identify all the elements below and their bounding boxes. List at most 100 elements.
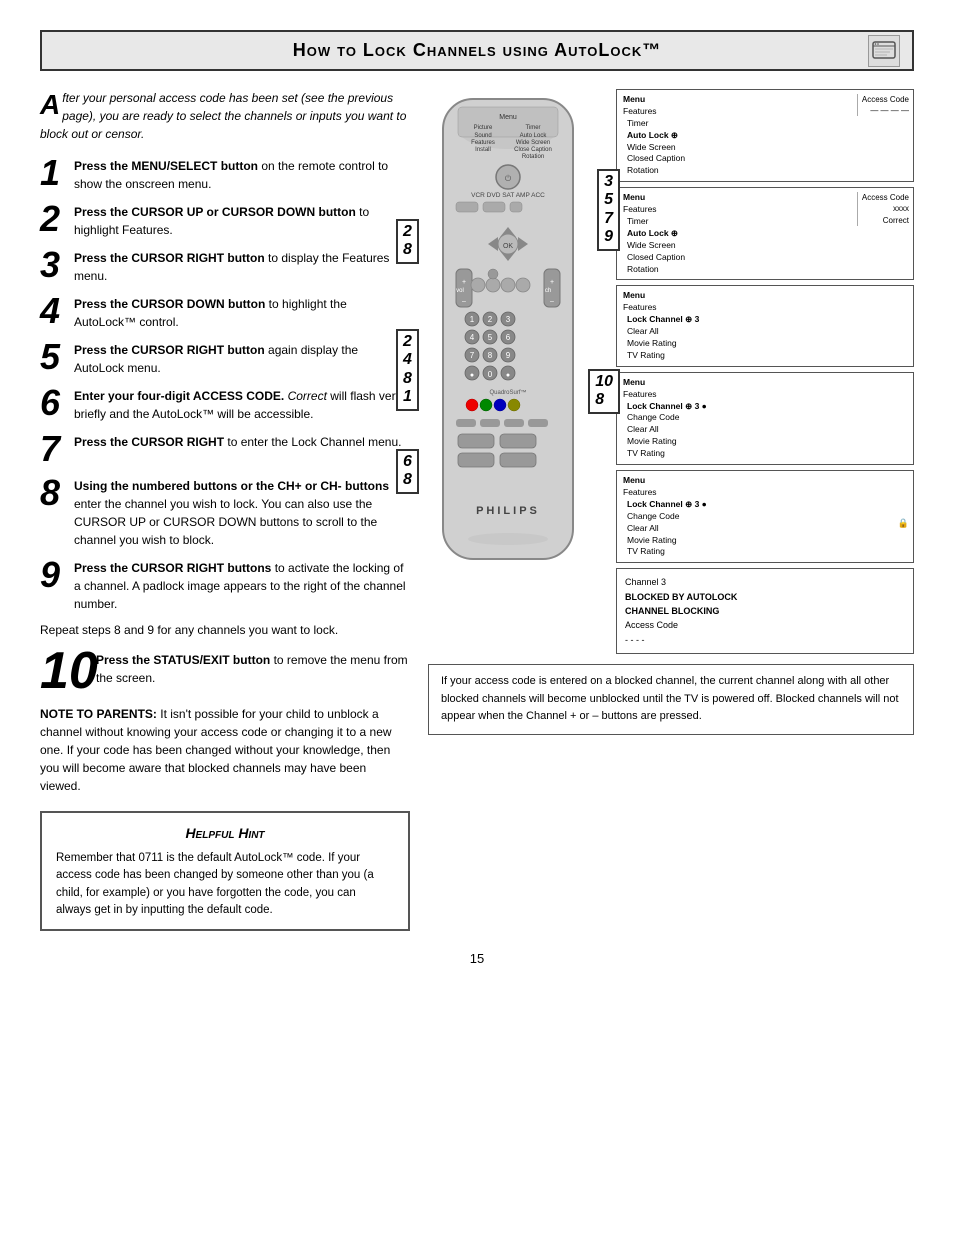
menu-box-2-item4: Closed Caption (623, 252, 907, 264)
step-8-text: Using the numbered buttons or the CH+ or… (74, 477, 410, 549)
step-1: 1 Press the MENU/SELECT button on the re… (40, 157, 410, 193)
svg-text:Install: Install (475, 147, 491, 153)
main-content: A fter your personal access code has bee… (40, 89, 914, 931)
step-2: 2 Press the CURSOR UP or CURSOR DOWN but… (40, 203, 410, 239)
step-10: 10 Press the STATUS/EXIT button to remov… (40, 645, 410, 697)
menu-box-4-item3: Clear All (623, 424, 907, 436)
menu-box-4-title: Menu (623, 377, 907, 389)
svg-text:Rotation: Rotation (522, 154, 544, 160)
menu-box-2-item3: Wide Screen (623, 240, 907, 252)
menu-box-5-item1: Lock Channel ⊕ 3 ● (623, 499, 907, 511)
svg-text:4: 4 (470, 333, 475, 342)
intro-body: fter your personal access code has been … (40, 91, 406, 141)
step-2-text: Press the CURSOR UP or CURSOR DOWN butto… (74, 203, 410, 239)
access-code-value: - - - - (625, 633, 905, 647)
svg-text:3: 3 (506, 315, 511, 324)
svg-text:Features: Features (471, 140, 495, 146)
step-6-text: Enter your four-digit ACCESS CODE. Corre… (74, 387, 410, 423)
step-6: 6 Enter your four-digit ACCESS CODE. Cor… (40, 387, 410, 423)
step-8-number: 8 (40, 475, 68, 511)
page: How to Lock Channels using AutoLock™ A f… (0, 0, 954, 1235)
menu-box-2: Menu Features Timer Auto Lock ⊕ Wide Scr… (616, 187, 914, 280)
menu-box-2-access: Access CodexxxxCorrect (857, 192, 909, 226)
step-7-number: 7 (40, 431, 68, 467)
svg-text:●: ● (470, 372, 474, 379)
step-9-text: Press the CURSOR RIGHT buttons to activa… (74, 559, 410, 613)
helpful-hint-text: Remember that 0711 is the default AutoLo… (56, 850, 394, 919)
svg-text:VCR DVD SAT AMP ACC: VCR DVD SAT AMP ACC (471, 192, 545, 199)
blocking-label: CHANNEL BLOCKING (625, 604, 905, 618)
step-3-number: 3 (40, 247, 68, 283)
menu-box-3-item3: Movie Rating (623, 338, 907, 350)
title-box: How to Lock Channels using AutoLock™ (40, 30, 914, 71)
helpful-hint-title: Helpful Hint (56, 823, 394, 844)
menu-boxes-column: Menu Features Timer Auto Lock ⊕ Wide Scr… (616, 89, 914, 654)
badge-2-4-8-1: 2481 (396, 329, 419, 411)
menu-box-5-item3: Clear All (623, 523, 907, 535)
page-title: How to Lock Channels using AutoLock™ (293, 40, 662, 61)
note-label: NOTE TO PARENTS: (40, 707, 157, 721)
badge-3-5-7-9: 3579 (597, 169, 620, 251)
svg-text:Menu: Menu (499, 114, 517, 121)
step-4-number: 4 (40, 293, 68, 329)
diagram-row: 28 2481 68 3579 108 Menu Picture (428, 89, 914, 654)
menu-box-5-title: Menu (623, 475, 907, 487)
menu-box-5-item4: Movie Rating (623, 535, 907, 547)
svg-text:Auto Lock: Auto Lock (520, 133, 548, 139)
right-column: 28 2481 68 3579 108 Menu Picture (428, 89, 914, 931)
step-7-text: Press the CURSOR RIGHT to enter the Lock… (74, 433, 401, 451)
step-1-number: 1 (40, 155, 68, 191)
svg-text:Picture: Picture (474, 125, 493, 131)
step-4-text: Press the CURSOR DOWN button to highligh… (74, 295, 410, 331)
intro-text: A fter your personal access code has bee… (40, 89, 410, 143)
menu-box-4-item5: TV Rating (623, 448, 907, 460)
svg-text:OK: OK (503, 243, 513, 250)
step-2-number: 2 (40, 201, 68, 237)
menu-box-1-item4: Closed Caption (623, 153, 907, 165)
svg-text:+: + (462, 279, 466, 286)
blocked-label: BLOCKED BY AUTOLOCK (625, 590, 905, 604)
svg-text:PHILIPS: PHILIPS (476, 505, 540, 517)
step-8: 8 Using the numbered buttons or the CH+ … (40, 477, 410, 549)
svg-text:1: 1 (470, 315, 475, 324)
step-5-text: Press the CURSOR RIGHT button again disp… (74, 341, 410, 377)
menu-box-5-item2: Change Code (623, 511, 907, 523)
menu-box-3-item4: TV Rating (623, 350, 907, 362)
menu-box-2-item2: Auto Lock ⊕ (623, 228, 907, 240)
svg-text:vol: vol (456, 288, 464, 294)
menu-box-1-item1: Timer (623, 118, 907, 130)
menu-box-5-subtitle: Features (623, 487, 907, 499)
menu-box-4-subtitle: Features (623, 389, 907, 401)
svg-text:9: 9 (506, 351, 511, 360)
access-code-label: Access Code (625, 618, 905, 632)
step-5-number: 5 (40, 339, 68, 375)
step-9-number: 9 (40, 557, 68, 593)
svg-text:8: 8 (488, 351, 493, 360)
remote-diagram: 28 2481 68 3579 108 Menu Picture (428, 89, 588, 654)
step-10-number: 10 (40, 645, 92, 697)
blocked-box: Channel 3 BLOCKED BY AUTOLOCK CHANNEL BL… (616, 568, 914, 654)
step-5: 5 Press the CURSOR RIGHT button again di… (40, 341, 410, 377)
repeat-text: Repeat steps 8 and 9 for any channels yo… (40, 623, 410, 637)
menu-box-3: Menu Features Lock Channel ⊕ 3 Clear All… (616, 285, 914, 366)
menu-box-1-access: Access Code— — — — (857, 94, 909, 116)
left-column: A fter your personal access code has bee… (40, 89, 410, 931)
svg-text:7: 7 (470, 351, 475, 360)
menu-box-5-item5: TV Rating (623, 546, 907, 558)
menu-box-4-item1: Lock Channel ⊕ 3 ● (623, 401, 907, 413)
menu-box-5: Menu Features Lock Channel ⊕ 3 ● Change … (616, 470, 914, 563)
svg-text:Timer: Timer (525, 125, 540, 131)
page-number: 15 (40, 951, 914, 966)
step-1-text: Press the MENU/SELECT button on the remo… (74, 157, 410, 193)
step-4: 4 Press the CURSOR DOWN button to highli… (40, 295, 410, 331)
menu-box-3-item1: Lock Channel ⊕ 3 (623, 314, 907, 326)
bottom-info-text: If your access code is entered on a bloc… (441, 675, 899, 722)
badge-6-8: 68 (396, 449, 419, 494)
step-3-text: Press the CURSOR RIGHT button to display… (74, 249, 410, 285)
step-6-number: 6 (40, 385, 68, 421)
svg-text:⏻: ⏻ (505, 174, 512, 183)
title-icon (868, 35, 900, 67)
step-7: 7 Press the CURSOR RIGHT to enter the Lo… (40, 433, 410, 467)
svg-text:–: – (550, 298, 554, 305)
menu-box-1-item2: Auto Lock ⊕ (623, 130, 907, 142)
